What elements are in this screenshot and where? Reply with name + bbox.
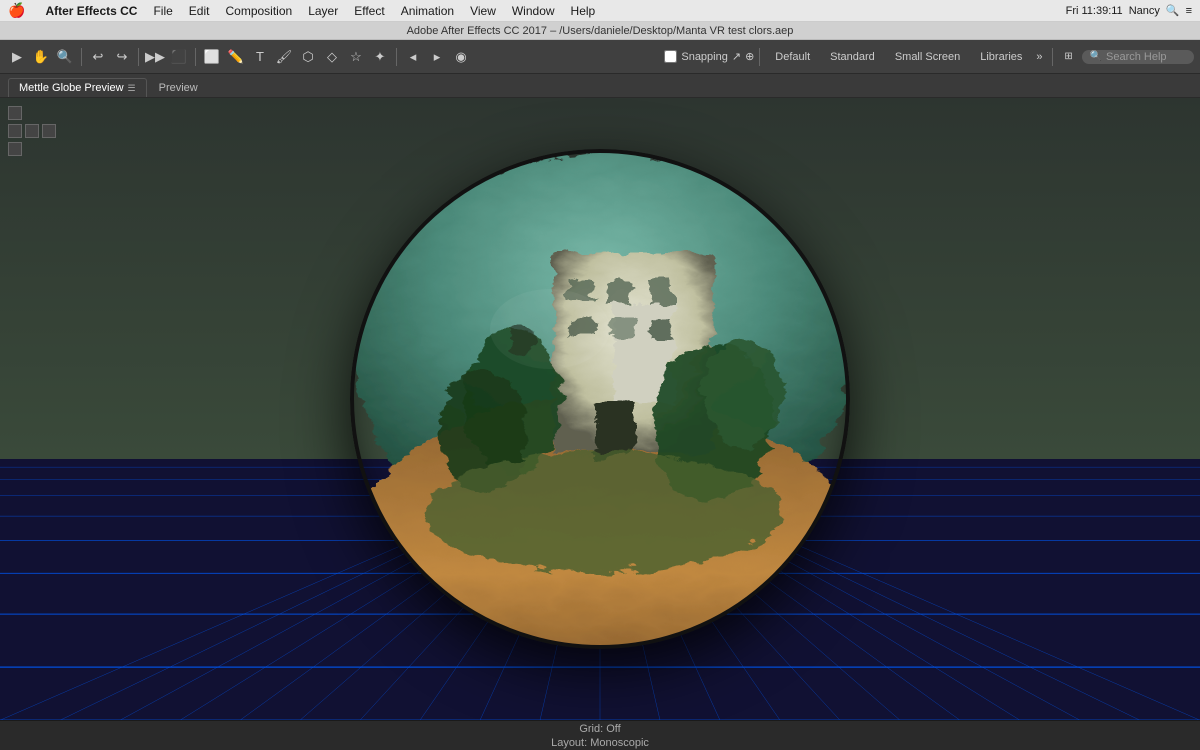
search-icon: 🔍	[1090, 51, 1102, 62]
snap-magnet-icon: ⊕	[745, 50, 754, 63]
menu-extras-icon[interactable]: ≡	[1186, 5, 1192, 17]
zoom-tool[interactable]: 🔍	[54, 46, 76, 68]
tool-separator-2	[138, 48, 139, 66]
ctrl-row-1	[8, 106, 56, 120]
transform-left[interactable]: ◂	[402, 46, 424, 68]
toolbar-sep-6	[1052, 48, 1053, 66]
ws-standard[interactable]: Standard	[820, 49, 885, 65]
text-tool[interactable]: T	[249, 46, 271, 68]
menu-view[interactable]: View	[462, 0, 504, 22]
tab-preview[interactable]: Preview	[149, 79, 208, 97]
ws-libraries[interactable]: Libraries	[970, 49, 1032, 65]
stamp-tool[interactable]: ⬡	[297, 46, 319, 68]
menu-edit[interactable]: Edit	[181, 0, 218, 22]
snapping-checkbox[interactable]	[664, 50, 677, 63]
playback-tool[interactable]: ⬛	[168, 46, 190, 68]
transform-right[interactable]: ▸	[426, 46, 448, 68]
menu-effect[interactable]: Effect	[346, 0, 392, 22]
pin-tool[interactable]: ✦	[369, 46, 391, 68]
toolbar-sep-5	[759, 48, 760, 66]
panel-tabs: Mettle Globe Preview ☰ Preview	[0, 74, 1200, 98]
menu-after-effects[interactable]: After Effects CC	[37, 0, 145, 22]
brush-tool[interactable]: 🖌	[273, 46, 295, 68]
ctrl-box-4[interactable]	[42, 124, 56, 138]
redo-tool[interactable]: ↪	[111, 46, 133, 68]
ws-small-screen[interactable]: Small Screen	[885, 49, 970, 65]
search-icon[interactable]: 🔍	[1166, 4, 1180, 17]
pen-tool[interactable]: ✏️	[225, 46, 247, 68]
menu-animation[interactable]: Animation	[393, 0, 462, 22]
tool-separator-4	[396, 48, 397, 66]
apple-menu[interactable]: 🍎	[8, 2, 25, 19]
user-name: Nancy	[1129, 5, 1160, 17]
ctrl-row-3	[8, 142, 56, 156]
globe-sphere	[350, 149, 850, 649]
grid-status: Grid: Off	[579, 723, 620, 735]
layout-row: Layout: Monoscopic	[551, 737, 649, 749]
search-input[interactable]	[1106, 51, 1186, 63]
window-title: Adobe After Effects CC 2017 – /Users/dan…	[407, 25, 794, 37]
ws-more[interactable]: »	[1032, 51, 1046, 63]
canvas-area	[0, 98, 1200, 720]
eraser-tool[interactable]: ◇	[321, 46, 343, 68]
viewport-controls	[8, 106, 56, 156]
workspace-selector: Default Standard Small Screen Libraries …	[765, 49, 1046, 65]
ws-default[interactable]: Default	[765, 49, 820, 65]
menu-layer[interactable]: Layer	[300, 0, 346, 22]
ctrl-box-2[interactable]	[8, 124, 22, 138]
tab1-label: Mettle Globe Preview	[19, 82, 124, 94]
snapping-control[interactable]: Snapping ↗ ⊕	[664, 50, 754, 63]
tab-mettle-globe-preview[interactable]: Mettle Globe Preview ☰	[8, 78, 147, 97]
time-display: Fri 11:39:11	[1066, 5, 1123, 17]
tab-menu-icon[interactable]: ☰	[128, 83, 136, 94]
tool-separator-1	[81, 48, 82, 66]
menu-file[interactable]: File	[145, 0, 180, 22]
ctrl-box-1[interactable]	[8, 106, 22, 120]
ctrl-box-3[interactable]	[25, 124, 39, 138]
menu-right-area: Fri 11:39:11 Nancy 🔍 ≡	[1066, 4, 1192, 17]
arrow-tool[interactable]: ▶	[6, 46, 28, 68]
tab2-label: Preview	[159, 82, 198, 94]
tool-separator-3	[195, 48, 196, 66]
search-bar[interactable]: 🔍	[1082, 50, 1194, 64]
snap-icon: ↗	[732, 50, 741, 63]
toolbar: ▶ ✋ 🔍 ↩ ↪ ▶▶ ⬛ ⬜ ✏️ T 🖌 ⬡ ◇ ☆ ✦ ◂ ▸ ◉ Sn…	[0, 40, 1200, 74]
layout-status: Layout: Monoscopic	[551, 737, 649, 749]
undo-tool[interactable]: ↩	[87, 46, 109, 68]
menu-bar: 🍎 After Effects CC File Edit Composition…	[0, 0, 1200, 22]
puppet-tool[interactable]: ☆	[345, 46, 367, 68]
status-bar: Grid: Off Layout: Monoscopic	[0, 720, 1200, 750]
hand-tool[interactable]: ✋	[30, 46, 52, 68]
transform-reset[interactable]: ◉	[450, 46, 472, 68]
ctrl-row-2	[8, 124, 56, 138]
snapping-label: Snapping	[681, 51, 728, 63]
status-row: Grid: Off	[579, 723, 620, 735]
viewer-icon[interactable]: ⊞	[1058, 46, 1080, 68]
ctrl-box-5[interactable]	[8, 142, 22, 156]
viewport	[0, 98, 1200, 720]
menu-window[interactable]: Window	[504, 0, 563, 22]
ram-preview-tool[interactable]: ▶▶	[144, 46, 166, 68]
title-bar: Adobe After Effects CC 2017 – /Users/dan…	[0, 22, 1200, 40]
rect-tool[interactable]: ⬜	[201, 46, 223, 68]
menu-help[interactable]: Help	[563, 0, 604, 22]
menu-composition[interactable]: Composition	[217, 0, 300, 22]
